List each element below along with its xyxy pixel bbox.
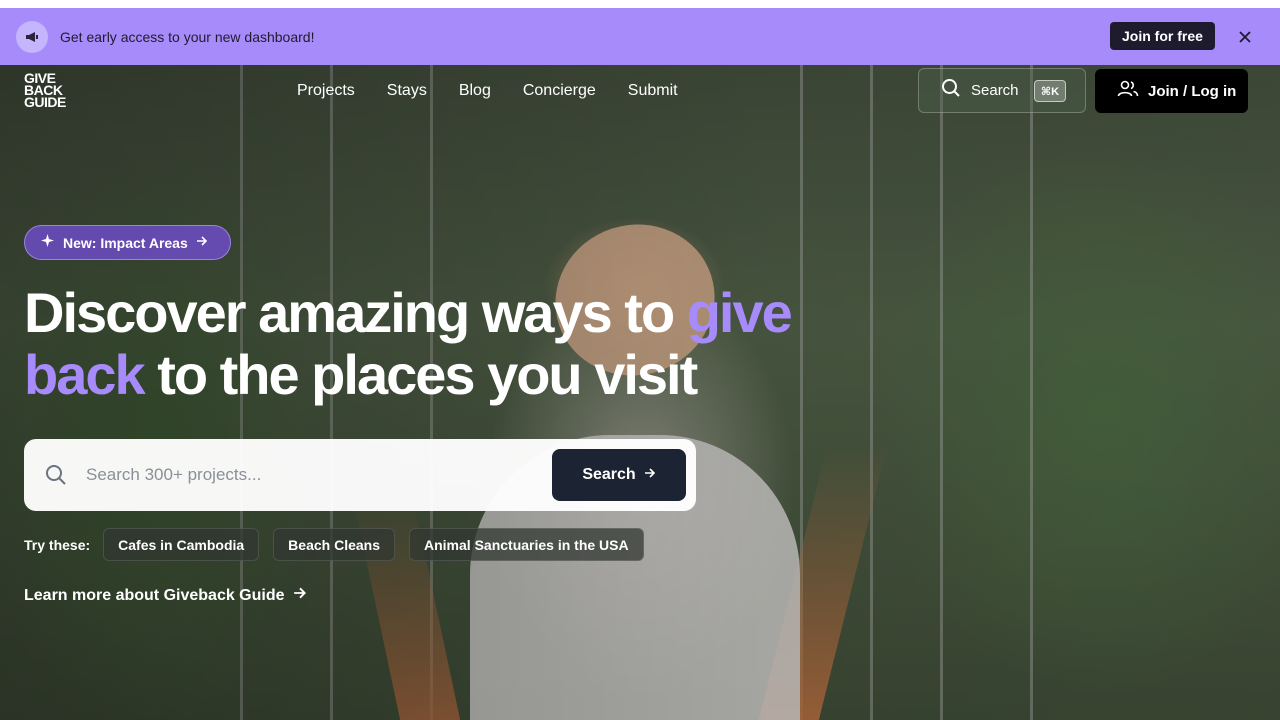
join-login-label: Join / Log in <box>1148 82 1237 100</box>
project-search-input[interactable] <box>86 459 546 491</box>
try-these-label: Try these: <box>24 536 91 553</box>
main-nav: Projects Stays Blog Concierge Submit <box>297 80 678 102</box>
megaphone-icon <box>16 20 48 53</box>
search-submit-button[interactable]: Search <box>552 449 686 501</box>
headline-accent: give <box>686 281 793 344</box>
users-icon <box>1117 80 1139 103</box>
project-search-box: Search <box>24 439 696 511</box>
hero-headline: Discover amazing ways to give back to the… <box>24 282 904 406</box>
headline-accent: back <box>24 343 146 406</box>
giveback-guide-logo[interactable]: GIVE BACK GUIDE <box>24 71 66 110</box>
keyboard-shortcut-badge: ⌘K <box>1034 80 1066 102</box>
search-icon <box>941 78 961 103</box>
banner-text: Get early access to your new dashboard! <box>60 28 315 45</box>
nav-submit[interactable]: Submit <box>628 80 678 102</box>
badge-label: New: Impact Areas <box>63 234 188 251</box>
learn-more-link[interactable]: Learn more about Giveback Guide <box>24 586 307 605</box>
new-impact-areas-badge[interactable]: New: Impact Areas <box>24 225 231 260</box>
headline-text: Discover amazing ways to <box>24 281 687 344</box>
arrow-right-icon <box>196 234 208 252</box>
nav-blog[interactable]: Blog <box>459 80 491 102</box>
nav-stays[interactable]: Stays <box>387 80 427 102</box>
learn-more-label: Learn more about Giveback Guide <box>24 586 285 604</box>
suggestion-chip[interactable]: Animal Sanctuaries in the USA <box>409 528 644 561</box>
nav-projects[interactable]: Projects <box>297 80 355 102</box>
top-strip <box>0 0 1280 8</box>
announcement-banner: Get early access to your new dashboard! … <box>0 8 1280 65</box>
header-search-label: Search <box>971 82 1019 99</box>
close-icon[interactable] <box>1236 28 1254 46</box>
header-search-button[interactable]: Search ⌘K <box>918 68 1086 113</box>
join-login-button[interactable]: Join / Log in <box>1095 69 1248 113</box>
search-submit-label: Search <box>582 466 636 483</box>
arrow-right-icon <box>644 466 656 484</box>
sparkle-icon <box>41 233 54 252</box>
arrow-right-icon <box>293 586 307 605</box>
suggestions-row: Try these: Cafes in Cambodia Beach Clean… <box>24 528 658 561</box>
headline-text: to the places you visit <box>143 343 698 406</box>
suggestion-chip[interactable]: Beach Cleans <box>273 528 395 561</box>
join-for-free-button[interactable]: Join for free <box>1110 22 1215 50</box>
search-icon <box>44 463 68 492</box>
suggestion-chip[interactable]: Cafes in Cambodia <box>103 528 260 561</box>
nav-concierge[interactable]: Concierge <box>523 80 596 102</box>
logo-line: GUIDE <box>24 94 66 110</box>
